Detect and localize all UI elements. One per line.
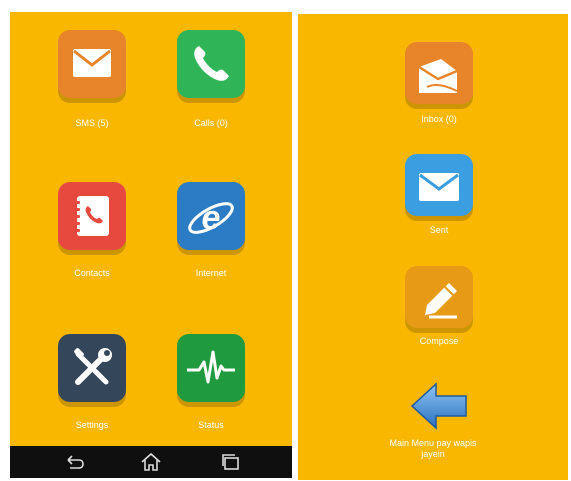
svg-text:e: e [202,199,221,237]
internet-app-label: Internet [195,268,227,278]
internet-explorer-icon: e [188,199,234,237]
compose-tile[interactable] [405,266,473,328]
home-button[interactable] [139,452,163,472]
status-app-tile[interactable] [177,334,245,402]
envelope-icon [73,49,111,77]
sms-menu-screen: Inbox (0) Sent Compose Main Menu pay wap… [298,14,568,480]
main-menu-label: Main Menu pay wapis jayein [389,438,477,459]
address-book-icon [74,196,109,236]
sms-app-label: SMS (5) [75,118,109,128]
settings-app-tile[interactable] [58,334,126,402]
home-icon [141,452,161,471]
recent-apps-icon [222,454,239,470]
compose-label: Compose [419,336,459,346]
open-envelope-icon [418,59,458,93]
main-menu-back-button[interactable] [406,378,472,434]
pulse-icon [187,350,235,384]
navigation-bar [10,446,292,478]
back-icon [67,455,84,469]
home-screen: SMS (5) Calls (0) Contacts e Internet Se… [10,12,292,478]
contacts-app-label: Contacts [74,268,110,278]
contacts-app-tile[interactable] [58,182,126,250]
settings-app-label: Settings [75,420,109,430]
phone-icon [194,46,229,81]
back-button[interactable] [62,452,86,472]
recent-apps-button[interactable] [219,452,243,472]
status-app-label: Status [198,420,224,430]
calls-app-tile[interactable] [177,30,245,98]
inbox-label: Inbox (0) [421,114,457,124]
sms-app-tile[interactable] [58,30,126,98]
sent-tile[interactable] [405,154,473,216]
internet-app-tile[interactable]: e [177,182,245,250]
envelope-icon [419,173,459,201]
pencil-icon [425,283,457,319]
inbox-tile[interactable] [405,42,473,104]
sent-label: Sent [429,225,449,235]
calls-app-label: Calls (0) [194,118,228,128]
tools-icon [74,348,112,385]
back-arrow-icon [410,382,467,430]
